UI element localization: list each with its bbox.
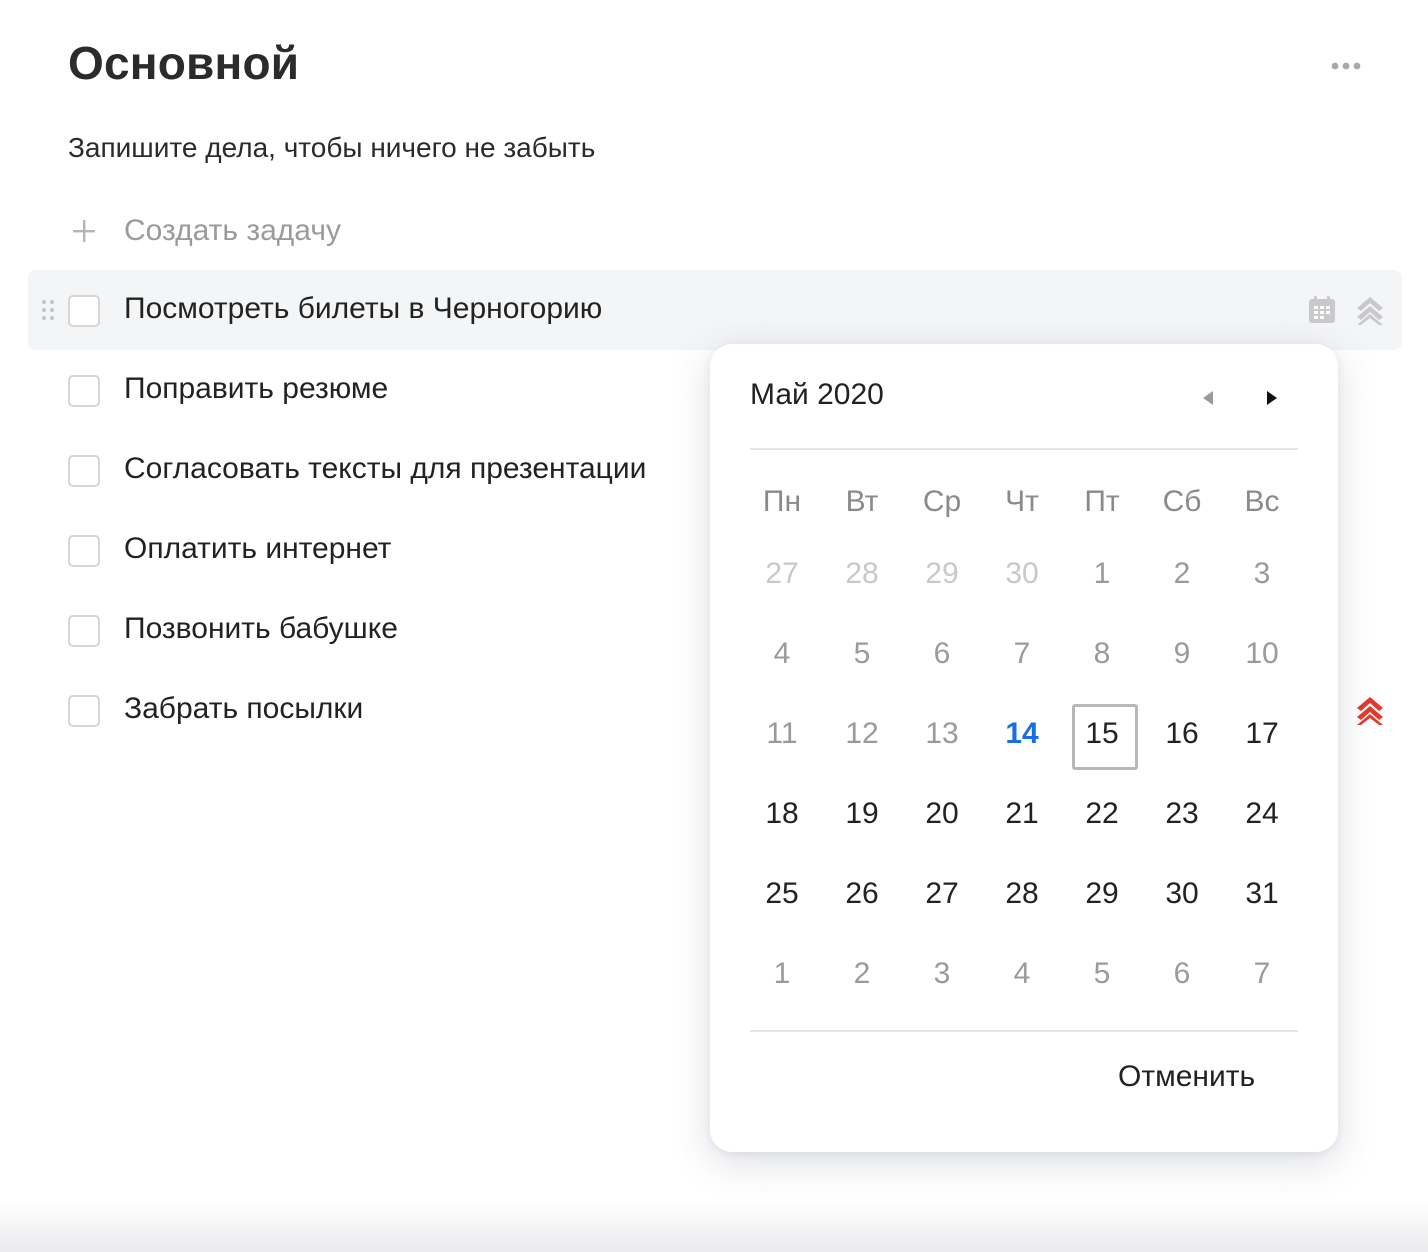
next-month-button[interactable]: [1258, 384, 1286, 412]
calendar-day[interactable]: 31: [1222, 854, 1302, 934]
weekday-label: Вт: [845, 485, 879, 518]
calendar-day-past: 10: [1245, 637, 1279, 670]
task-text: Согласовать тексты для презентации: [124, 452, 647, 485]
weekday-label: Ср: [922, 485, 962, 518]
calendar-day[interactable]: 23: [1142, 774, 1222, 854]
calendar-day-next-month[interactable]: 6: [1142, 934, 1222, 1014]
calendar-day-next-month[interactable]: 3: [902, 934, 982, 1014]
page-subtitle: Запишите дела, чтобы ничего не забыть: [68, 132, 596, 163]
calendar-day-past: 4: [773, 637, 791, 670]
calendar-day[interactable]: 30: [1142, 854, 1222, 934]
calendar-day-next-month[interactable]: 2: [822, 934, 902, 1014]
calendar-weekday-header: Пн Вт Ср Чт Пт Сб Вс: [742, 482, 1302, 522]
calendar-month-label: Май 2020: [750, 378, 884, 411]
high-priority-icon[interactable]: [1354, 694, 1386, 726]
calendar-day-outside-month: 27: [765, 557, 799, 590]
task-checkbox[interactable]: [68, 615, 100, 647]
calendar-day[interactable]: 29: [1062, 854, 1142, 934]
calendar-day-outside-month: 28: [845, 557, 879, 590]
calendar-icon[interactable]: [1306, 294, 1338, 326]
task-text: Поправить резюме: [124, 372, 389, 405]
task-checkbox[interactable]: [68, 535, 100, 567]
calendar-divider: [750, 448, 1298, 450]
calendar-day-past: 11: [766, 717, 798, 750]
priority-chevrons-icon[interactable]: [1354, 294, 1386, 326]
calendar-day[interactable]: 21: [982, 774, 1062, 854]
calendar-day-past: 6: [933, 637, 951, 670]
calendar-day-past: 2: [1173, 557, 1191, 590]
calendar-day-past: 12: [845, 717, 879, 750]
calendar-day-next-month[interactable]: 4: [982, 934, 1062, 1014]
task-checkbox[interactable]: [68, 295, 100, 327]
task-text: Забрать посылки: [124, 692, 364, 725]
calendar-divider: [750, 1030, 1298, 1032]
task-checkbox[interactable]: [68, 375, 100, 407]
task-text: Позвонить бабушке: [124, 612, 398, 645]
calendar-day-outside-month: 29: [925, 557, 959, 590]
calendar-day-past: 7: [1013, 637, 1031, 670]
weekday-label: Чт: [1005, 485, 1039, 518]
calendar-day[interactable]: 17: [1222, 694, 1302, 774]
calendar-day-past: 8: [1093, 637, 1111, 670]
drag-handle-icon[interactable]: [40, 298, 56, 322]
calendar-day-past: 5: [853, 637, 871, 670]
calendar-day-past: 13: [925, 717, 959, 750]
calendar-day[interactable]: 22: [1062, 774, 1142, 854]
calendar-day[interactable]: 19: [822, 774, 902, 854]
weekday-label: Пн: [762, 485, 802, 518]
create-task-button[interactable]: Создать задачу: [68, 206, 341, 256]
calendar-day-outside-month: 30: [1005, 557, 1039, 590]
weekday-label: Пт: [1084, 485, 1120, 518]
create-task-label: Создать задачу: [124, 214, 341, 247]
cancel-button[interactable]: Отменить: [1118, 1060, 1255, 1094]
more-options-button[interactable]: [1326, 52, 1366, 80]
calendar-day-next-month[interactable]: 5: [1062, 934, 1142, 1014]
calendar-day[interactable]: 24: [1222, 774, 1302, 854]
calendar-day-today[interactable]: 14: [982, 694, 1062, 774]
triangle-right-icon: [1267, 391, 1277, 405]
page-title: Основной: [68, 37, 300, 89]
calendar-day-selected[interactable]: 15: [1062, 694, 1142, 774]
plus-icon: [73, 220, 95, 242]
task-checkbox[interactable]: [68, 455, 100, 487]
calendar-day[interactable]: 18: [742, 774, 822, 854]
calendar-day[interactable]: 25: [742, 854, 822, 934]
more-horizontal-icon: [1331, 62, 1361, 70]
calendar-day[interactable]: 27: [902, 854, 982, 934]
calendar-day-next-month[interactable]: 7: [1222, 934, 1302, 1014]
calendar-day[interactable]: 26: [822, 854, 902, 934]
task-text: Посмотреть билеты в Черногорию: [124, 292, 603, 325]
weekday-label: Вс: [1244, 485, 1280, 518]
calendar-day[interactable]: 28: [982, 854, 1062, 934]
previous-month-button[interactable]: [1194, 384, 1222, 412]
calendar-day-grid: 27 28 29 30 1 2 3 4 5 6 7 8 9 10 11 12 1…: [742, 534, 1302, 1014]
weekday-label: Сб: [1162, 485, 1202, 518]
task-row[interactable]: Посмотреть билеты в Черногорию: [28, 270, 1402, 350]
bottom-shadow: [0, 1202, 1428, 1252]
task-text: Оплатить интернет: [124, 532, 392, 565]
triangle-left-icon: [1203, 391, 1213, 405]
task-checkbox[interactable]: [68, 695, 100, 727]
calendar-day[interactable]: 20: [902, 774, 982, 854]
calendar-day-past: 3: [1253, 557, 1271, 590]
calendar-day-past: 1: [1093, 557, 1111, 590]
calendar-day-past: 9: [1173, 637, 1191, 670]
calendar-day[interactable]: 16: [1142, 694, 1222, 774]
date-picker-popup: Май 2020 Пн Вт Ср Чт Пт Сб Вс 27 28 29 3…: [710, 344, 1338, 1152]
calendar-day-next-month[interactable]: 1: [742, 934, 822, 1014]
page: Основной Запишите дела, чтобы ничего не …: [0, 0, 1428, 1252]
